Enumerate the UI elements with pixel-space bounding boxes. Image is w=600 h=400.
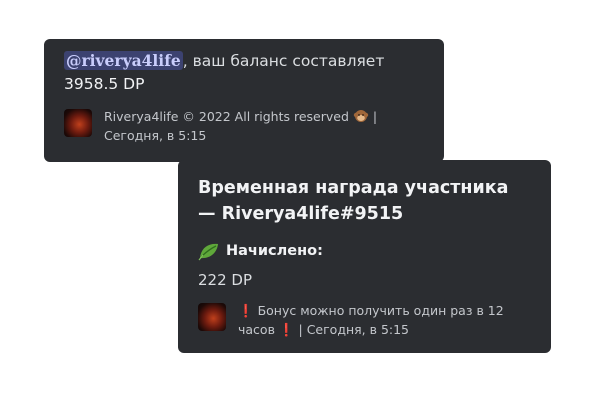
footer-avatar (64, 109, 92, 137)
footer-notice-part2: часов (238, 322, 275, 337)
embed-footer: Riverya4life © 2022 All rights reserved … (64, 107, 428, 145)
balance-message: @riverya4life, ваш баланс составляет (64, 51, 428, 71)
embed-title-line2: — Riverya4life#9515 (198, 204, 404, 224)
footer-text: Riverya4life © 2022 All rights reserved … (104, 107, 377, 145)
embed-title: Временная награда участника — Riverya4li… (198, 175, 537, 227)
exclamation-emoji-icon: ❗ (278, 322, 295, 337)
monkey-emoji-icon (353, 110, 369, 122)
reward-embed-card: Временная награда участника — Riverya4li… (178, 160, 551, 353)
footer-notice-part1: Бонус можно получить один раз в 12 (257, 303, 504, 318)
embed-title-line1: Временная награда участника (198, 178, 509, 198)
footer-separator: | (298, 322, 303, 337)
balance-value: 3958.5 DP (64, 75, 145, 93)
field-name-label: Начислено: (226, 243, 323, 259)
leaf-emoji-icon (198, 243, 218, 261)
exclamation-emoji-icon: ❗ (238, 303, 254, 318)
footer-copyright: Riverya4life © 2022 All rights reserved (104, 109, 349, 124)
footer-timestamp: Сегодня, в 5:15 (306, 322, 410, 337)
embed-footer: ❗ Бонус можно получить один раз в 12 час… (198, 301, 537, 339)
balance-embed-card: @riverya4life, ваш баланс составляет 395… (44, 39, 444, 162)
field-value: 222 DP (198, 271, 252, 289)
balance-message-text: , ваш баланс составляет (182, 52, 385, 70)
footer-timestamp: Сегодня, в 5:15 (104, 128, 207, 143)
footer-avatar (198, 303, 226, 331)
field-name: Начислено: (198, 241, 537, 261)
footer-separator: | (372, 109, 378, 124)
footer-text: ❗ Бонус можно получить один раз в 12 час… (238, 301, 504, 339)
user-mention[interactable]: @riverya4life (64, 51, 183, 70)
